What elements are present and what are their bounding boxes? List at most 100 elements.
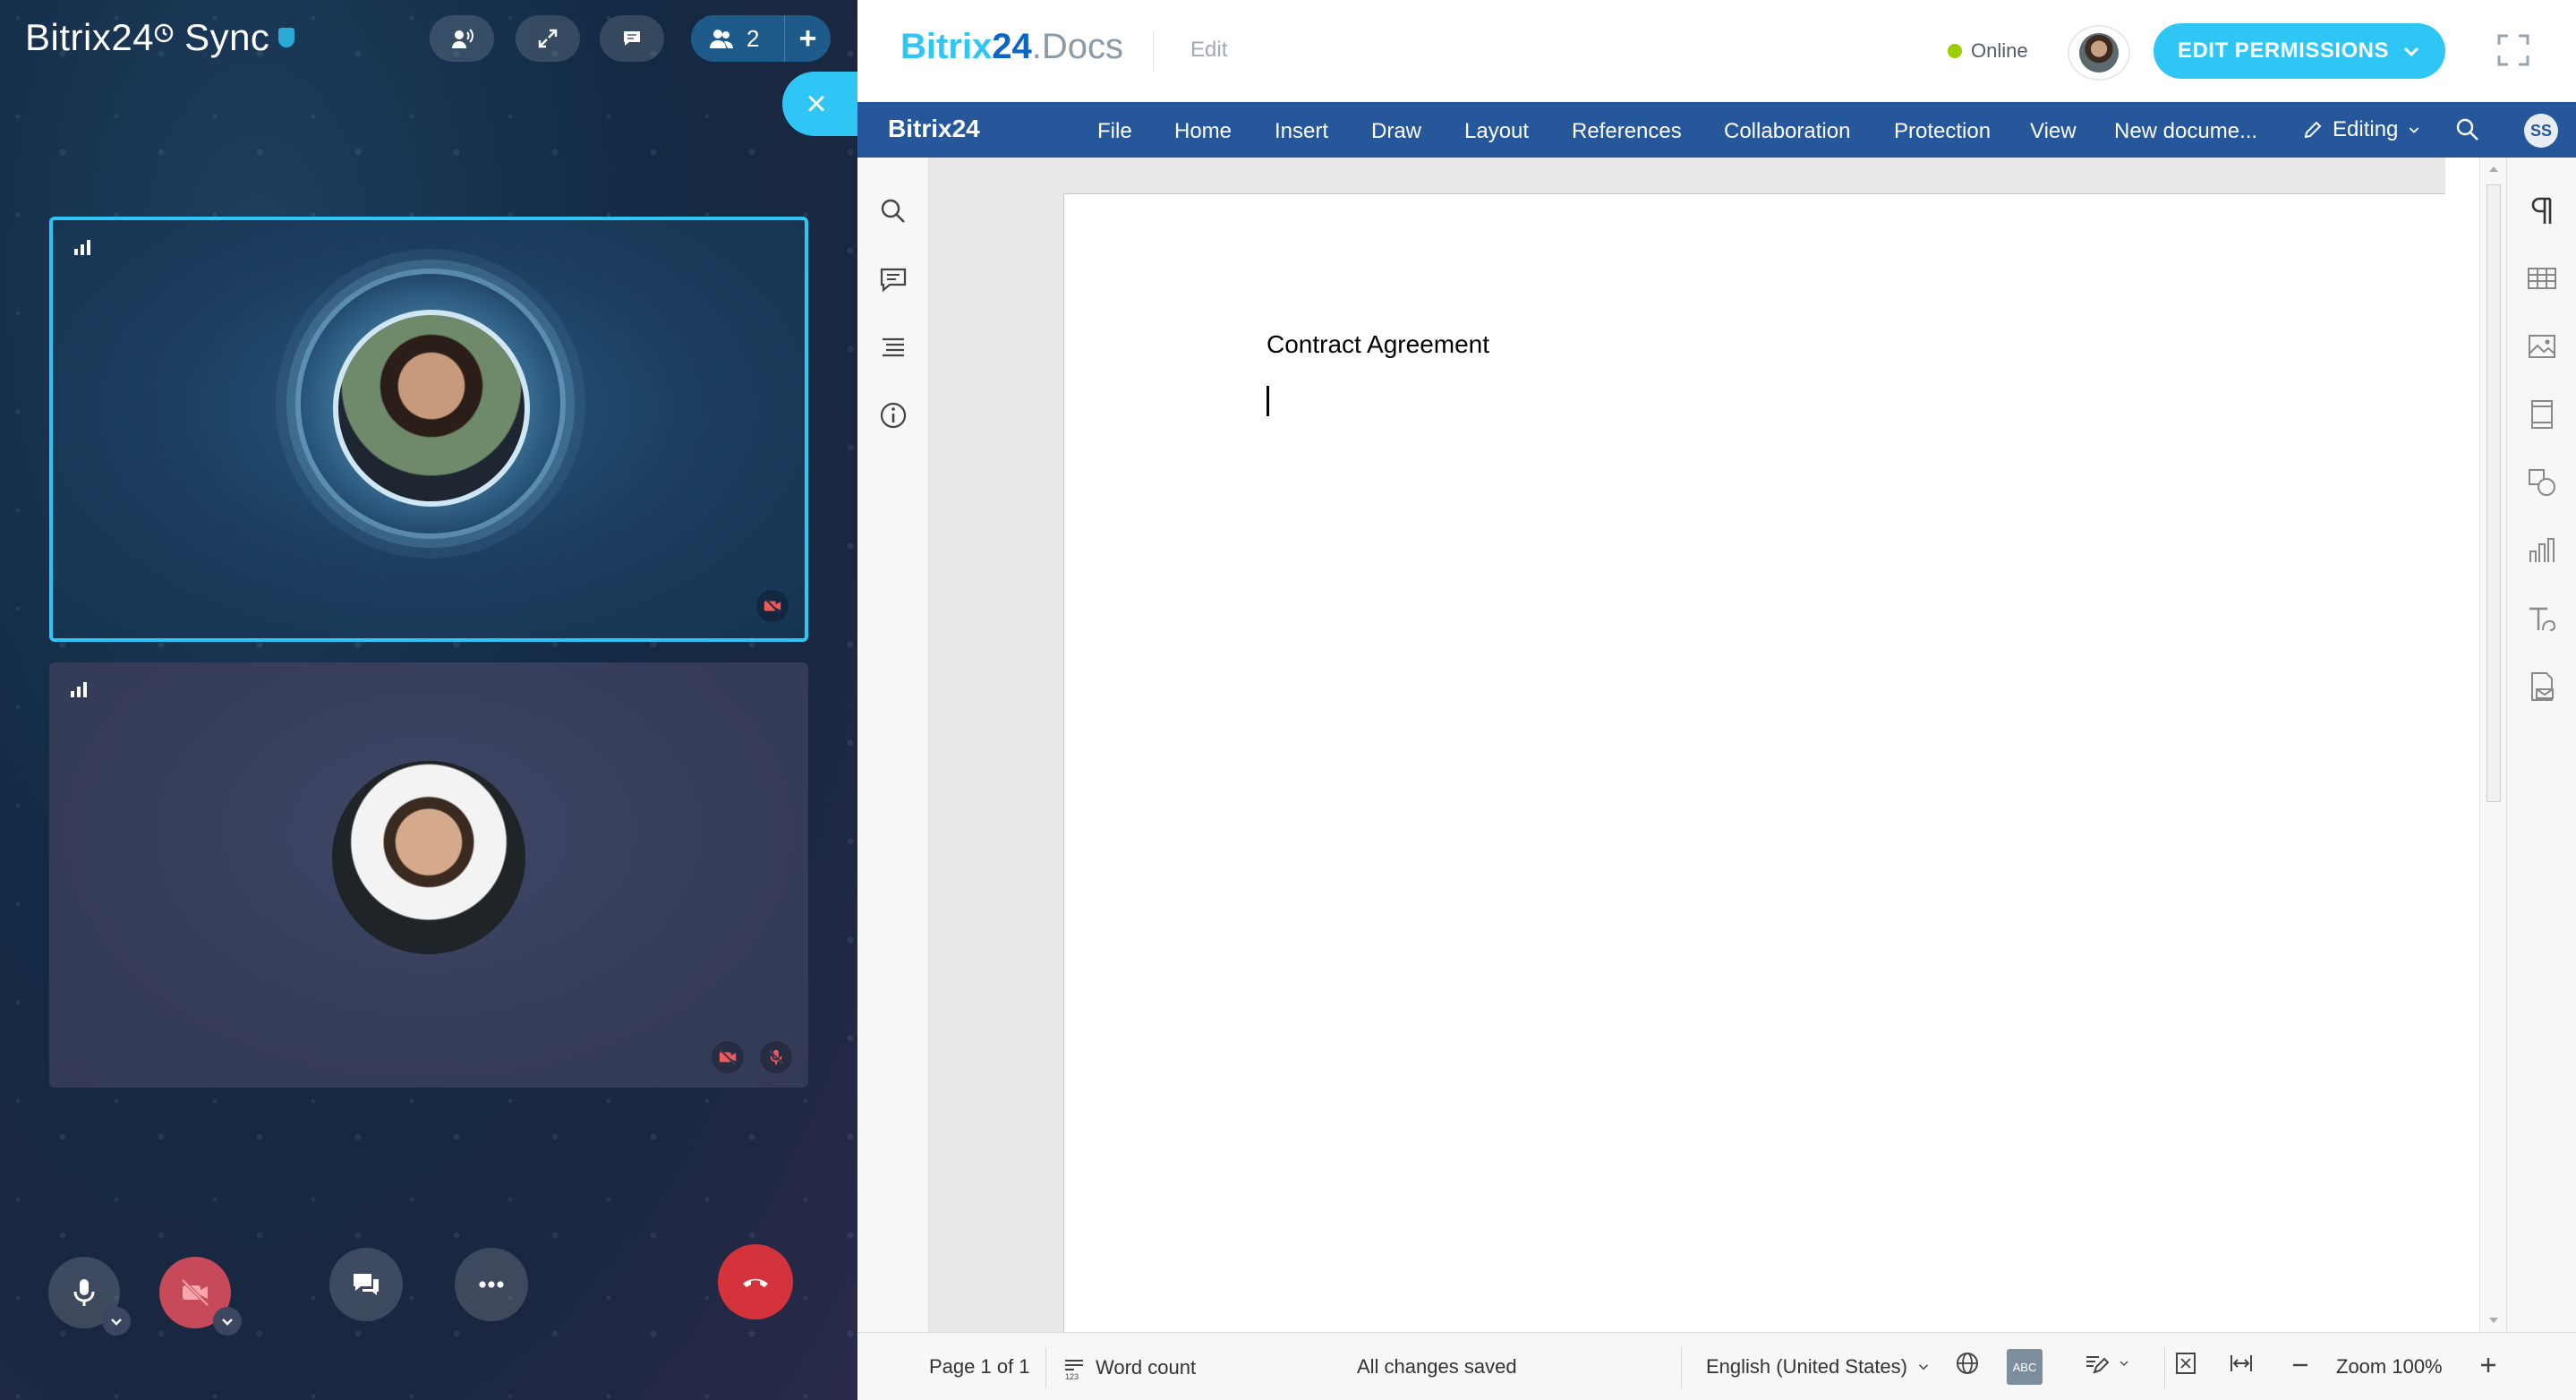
page-indicator-label: Page 1 of 1 xyxy=(929,1355,1030,1378)
navigation-icon[interactable] xyxy=(877,331,909,363)
online-label: Online xyxy=(1971,39,2028,62)
find-icon[interactable] xyxy=(877,195,909,227)
statusbar-divider xyxy=(2164,1347,2165,1388)
mail-merge-icon[interactable] xyxy=(2525,670,2559,704)
globe-icon xyxy=(1957,1353,1978,1374)
scroll-up-icon[interactable] xyxy=(2487,163,2500,175)
more-options-button[interactable] xyxy=(455,1248,528,1321)
participant-avatar-man xyxy=(332,761,525,954)
online-status: Online xyxy=(1948,39,2028,63)
document-title-text[interactable]: Contract Agreement xyxy=(1267,330,1489,359)
chevron-down-icon xyxy=(1918,1364,1929,1370)
more-dots-icon xyxy=(479,1281,504,1288)
document-name[interactable]: New docume... xyxy=(2114,119,2257,144)
call-brand: Bitrix24 Sync xyxy=(25,16,295,59)
end-call-button[interactable] xyxy=(718,1244,793,1319)
user-photo xyxy=(2079,33,2119,73)
zoom-in-button[interactable] xyxy=(2476,1353,2501,1378)
menu-insert[interactable]: Insert xyxy=(1275,119,1328,144)
user-avatar[interactable] xyxy=(2068,25,2130,81)
camera-button[interactable] xyxy=(159,1257,242,1336)
camera-options-button[interactable] xyxy=(213,1307,242,1336)
document-canvas[interactable]: Contract Agreement xyxy=(929,158,2445,1332)
menu-references[interactable]: References xyxy=(1572,119,1682,144)
paragraph-settings-icon[interactable] xyxy=(2525,193,2559,227)
editing-mode-dropdown[interactable]: Editing xyxy=(2302,117,2421,142)
user-initials-avatar[interactable]: SS xyxy=(2524,114,2558,148)
docs-logo: Bitrix24.Docs xyxy=(900,27,1123,67)
mic-off-icon xyxy=(760,1041,792,1073)
minus-icon xyxy=(2293,1363,2307,1367)
comments-icon[interactable] xyxy=(877,263,909,295)
scrollbar-thumb[interactable] xyxy=(2486,184,2501,802)
edit-permissions-button[interactable]: EDIT PERMISSIONS xyxy=(2154,23,2445,79)
add-participant-button[interactable]: + xyxy=(784,15,831,62)
image-settings-icon[interactable] xyxy=(2525,329,2559,363)
shape-settings-icon[interactable] xyxy=(2525,465,2559,499)
vertical-scrollbar[interactable] xyxy=(2479,158,2506,1332)
statusbar-divider xyxy=(1045,1347,1046,1388)
spellcheck-button[interactable]: ABC xyxy=(2007,1349,2043,1385)
logo-24: 24 xyxy=(992,27,1032,66)
word-count-label: Word count xyxy=(1096,1356,1197,1379)
chat-button[interactable] xyxy=(600,15,664,62)
text-art-icon[interactable] xyxy=(2525,602,2559,636)
participant-tile[interactable] xyxy=(49,662,808,1088)
menu-layout[interactable]: Layout xyxy=(1464,119,1529,144)
fit-width-button[interactable] xyxy=(2229,1351,2254,1376)
plus-icon xyxy=(2481,1358,2495,1372)
table-settings-icon[interactable] xyxy=(2525,261,2559,295)
right-toolbar xyxy=(2506,158,2576,1332)
info-icon[interactable] xyxy=(877,399,909,431)
menu-view[interactable]: View xyxy=(2030,119,2077,144)
menu-home[interactable]: Home xyxy=(1174,119,1232,144)
menu-file[interactable]: File xyxy=(1097,119,1132,144)
document-language-button[interactable] xyxy=(1955,1351,1980,1376)
zoom-out-button[interactable] xyxy=(2288,1353,2313,1378)
call-chat-button[interactable] xyxy=(329,1248,403,1321)
zoom-level[interactable]: Zoom 100% xyxy=(2336,1355,2443,1379)
participants-count: 2 xyxy=(746,24,760,52)
chevron-down-icon xyxy=(222,1319,233,1326)
microphone-button[interactable] xyxy=(48,1257,131,1336)
shield-icon xyxy=(278,28,295,47)
scroll-down-icon[interactable] xyxy=(2487,1314,2500,1327)
brand-suffix: Sync xyxy=(184,16,270,58)
chart-settings-icon[interactable] xyxy=(2525,534,2559,568)
participant-tile-active[interactable] xyxy=(49,217,808,642)
docs-header: Bitrix24.Docs Edit Online EDIT PERMISSIO… xyxy=(857,0,2576,102)
fullscreen-icon[interactable] xyxy=(2495,32,2531,68)
speaker-icon xyxy=(452,29,473,48)
header-divider xyxy=(1153,30,1154,72)
docs-panel: Bitrix24.Docs Edit Online EDIT PERMISSIO… xyxy=(857,0,2576,1400)
close-call-panel-button[interactable]: × xyxy=(782,72,857,136)
svg-text:123: 123 xyxy=(1065,1372,1079,1380)
search-icon[interactable] xyxy=(2454,116,2481,143)
pencil-icon xyxy=(2304,121,2322,139)
microphone-icon xyxy=(73,1279,95,1306)
edit-permissions-label: EDIT PERMISSIONS xyxy=(2177,38,2390,63)
fit-page-button[interactable] xyxy=(2173,1351,2198,1376)
text-cursor xyxy=(1267,386,1269,416)
word-count-button[interactable]: 123 Word count xyxy=(1062,1355,1196,1380)
users-icon xyxy=(710,30,733,48)
participants-button[interactable]: 2 + xyxy=(691,15,831,62)
speaker-mode-button[interactable] xyxy=(430,15,494,62)
document-page[interactable]: Contract Agreement xyxy=(1063,193,2445,1332)
menu-protection[interactable]: Protection xyxy=(1894,119,1991,144)
microphone-options-button[interactable] xyxy=(102,1307,131,1336)
page-indicator[interactable]: Page 1 of 1 xyxy=(929,1355,1030,1379)
track-changes-button[interactable] xyxy=(2084,1351,2130,1376)
menu-draw[interactable]: Draw xyxy=(1371,119,1421,144)
header-footer-icon[interactable] xyxy=(2525,397,2559,431)
online-dot-icon xyxy=(1948,44,1962,58)
logo-docs: .Docs xyxy=(1031,27,1123,66)
menu-collaboration[interactable]: Collaboration xyxy=(1724,119,1850,144)
fullscreen-call-button[interactable] xyxy=(516,15,580,62)
language-selector[interactable]: English (United States) xyxy=(1706,1355,1931,1379)
chat-icon xyxy=(624,31,640,46)
spellcheck-icon: ABC xyxy=(2007,1349,2043,1385)
left-toolbar xyxy=(857,158,929,1332)
editing-mode-label: Editing xyxy=(2333,117,2399,141)
track-changes-icon xyxy=(2086,1356,2109,1374)
